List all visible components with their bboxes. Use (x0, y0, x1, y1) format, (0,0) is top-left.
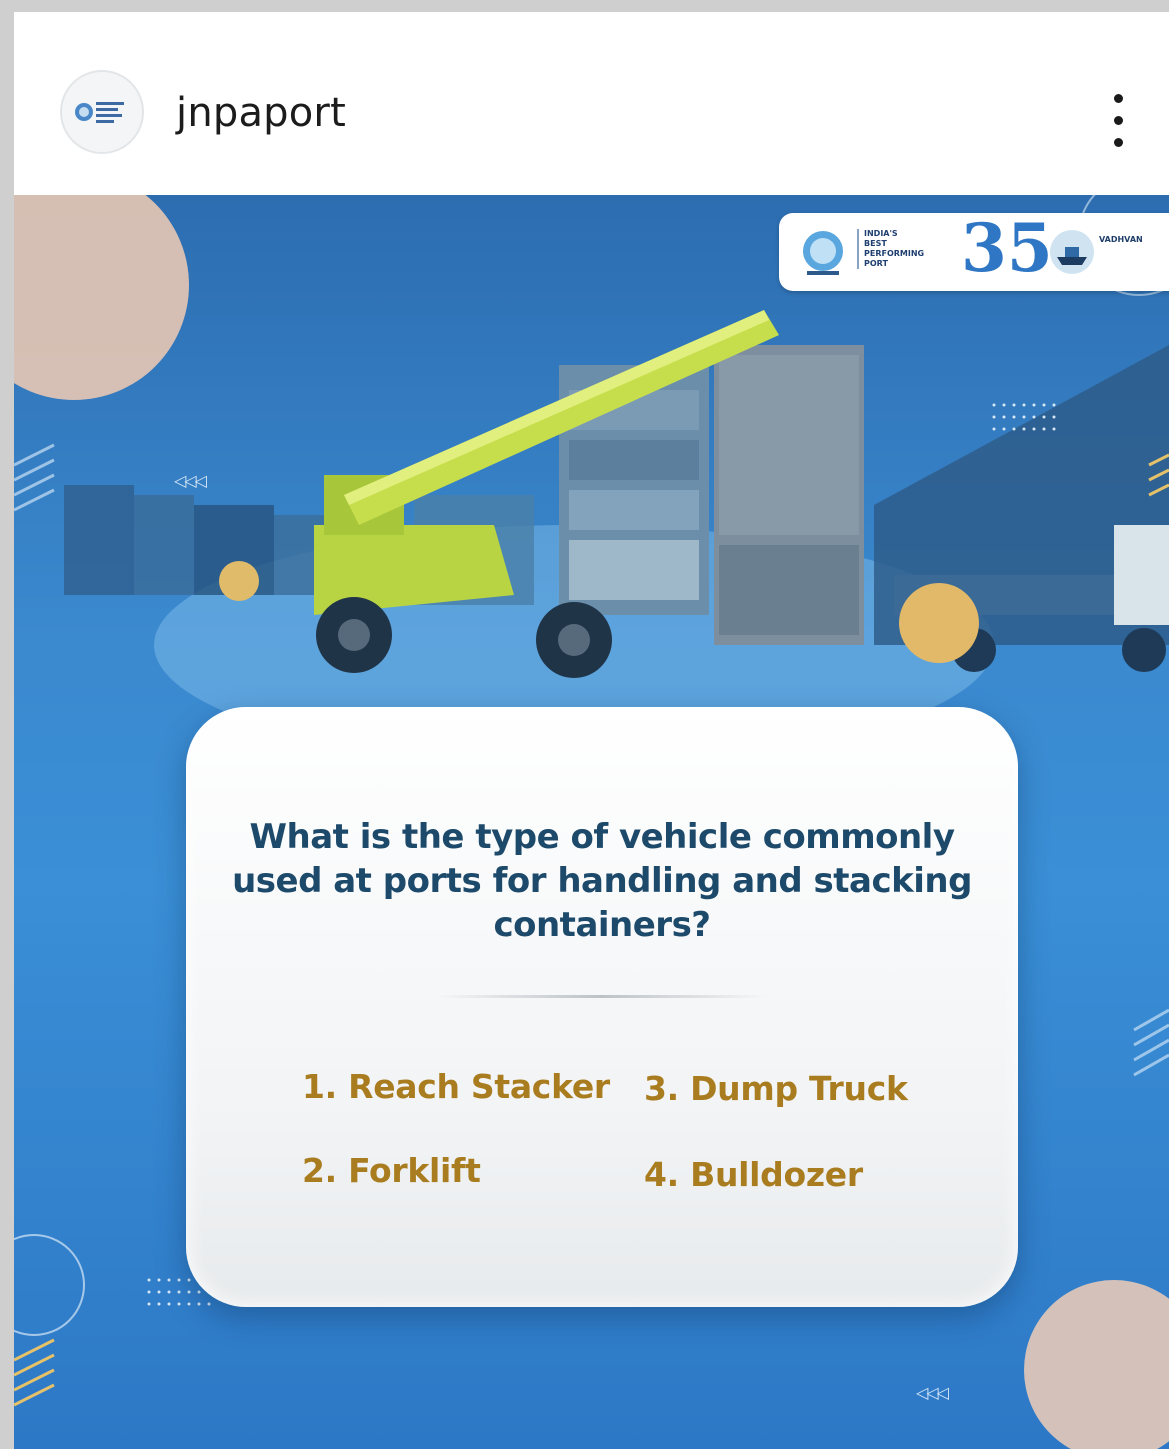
instagram-post: jnpaport ◁◁◁ ◁◁◁ INDIA'S BEST PERFORMING… (14, 12, 1169, 1449)
option-dump-truck: 3. Dump Truck (644, 1069, 908, 1108)
best-port-badge: INDIA'S BEST PERFORMING PORT (857, 229, 924, 269)
quiz-question: What is the type of vehicle commonly use… (232, 817, 972, 945)
post-header: jnpaport (14, 12, 1169, 195)
logo-card: INDIA'S BEST PERFORMING PORT 35 VADHVAN (779, 209, 1169, 291)
anniversary-35-logo: 35 (961, 209, 1053, 287)
option-bulldozer: 4. Bulldozer (644, 1155, 863, 1194)
jnpa-logo-icon (75, 102, 124, 123)
option-forklift: 2. Forklift (302, 1151, 481, 1190)
decorative-arrows-bottom: ◁◁◁ (916, 1383, 949, 1402)
option-reach-stacker: 1. Reach Stacker (302, 1067, 610, 1106)
vadhvan-logo-text: VADHVAN (1099, 235, 1143, 244)
ship-emblem-icon (1050, 230, 1094, 274)
question-card: What is the type of vehicle commonly use… (186, 707, 1018, 1307)
profile-avatar[interactable] (60, 70, 144, 154)
more-vertical-icon (1114, 94, 1123, 103)
username[interactable]: jnpaport (176, 90, 346, 136)
post-image[interactable]: ◁◁◁ ◁◁◁ INDIA'S BEST PERFORMING PORT 35 … (14, 195, 1169, 1449)
more-options-button[interactable] (1100, 88, 1136, 154)
decorative-arrows-top: ◁◁◁ (174, 471, 207, 490)
jnpa-globe-icon (803, 231, 843, 275)
divider (436, 995, 766, 998)
